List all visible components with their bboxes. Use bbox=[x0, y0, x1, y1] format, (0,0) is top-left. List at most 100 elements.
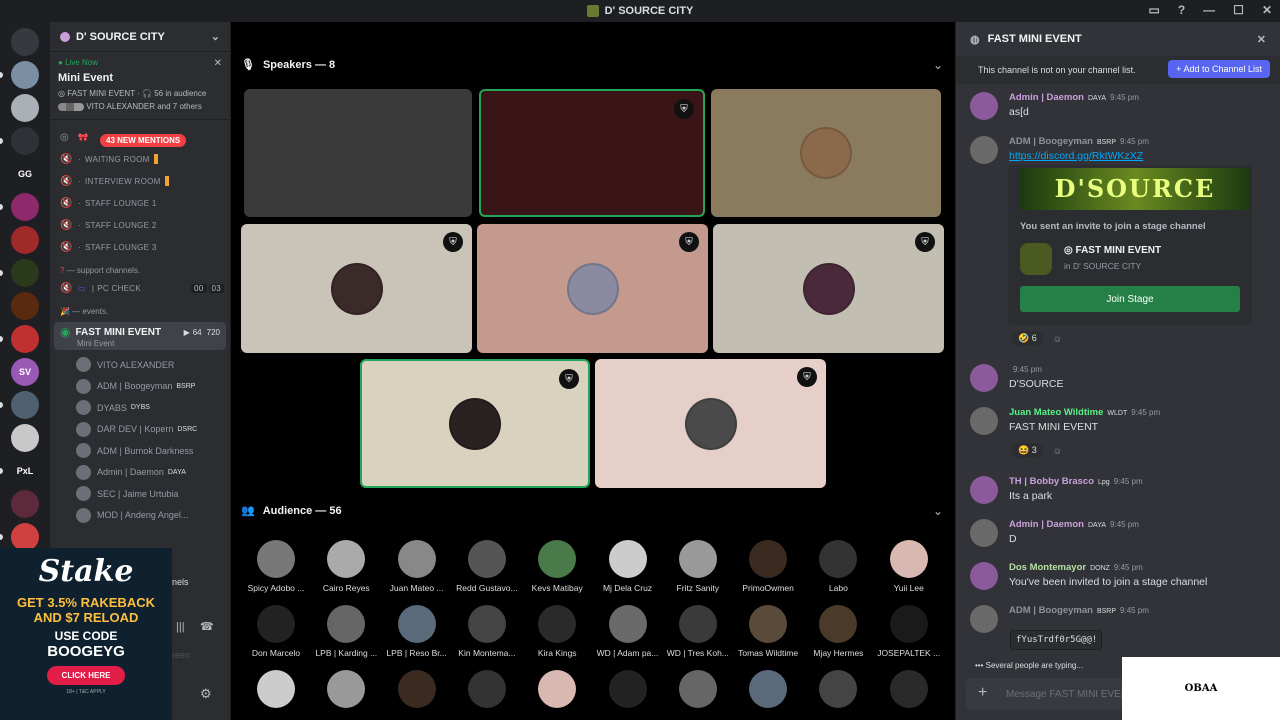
server-icon-1[interactable] bbox=[11, 61, 39, 89]
help-icon[interactable]: ? bbox=[1178, 3, 1185, 17]
audience-header[interactable]: 👥 Audience — 56 bbox=[241, 504, 342, 518]
audience-member[interactable]: Mj Dela Cruz bbox=[593, 540, 663, 593]
avatar[interactable] bbox=[970, 476, 998, 504]
server-icon-10[interactable]: SV bbox=[11, 358, 39, 386]
server-icon-8[interactable] bbox=[11, 292, 39, 320]
audience-member[interactable]: Kevs Matibay bbox=[522, 540, 592, 593]
reaction-grin[interactable]: 😆 3 bbox=[1012, 443, 1043, 458]
audience-member[interactable] bbox=[241, 670, 311, 713]
audience-member[interactable]: Cairo Reyes bbox=[311, 540, 381, 593]
close-icon[interactable]: ✕ bbox=[1257, 33, 1266, 46]
speaker-tile[interactable] bbox=[711, 89, 941, 217]
stage-member[interactable]: ADM | Burnok Darkness bbox=[50, 440, 230, 462]
voice-channel-pc-check[interactable]: 🔇 ▭ | PC CHECK 00 03 bbox=[50, 277, 230, 299]
server-icon-4[interactable]: GG bbox=[11, 160, 39, 188]
audience-member[interactable]: JOSEPALTEK ... bbox=[874, 605, 944, 658]
audience-member[interactable]: PrimoOwmen bbox=[733, 540, 803, 593]
stage-member[interactable]: DYABS DYBS bbox=[50, 397, 230, 419]
author-name[interactable]: Admin | Daemon bbox=[1009, 519, 1084, 530]
stage-member[interactable]: DAR DEV | Kopern DSRC bbox=[50, 419, 230, 441]
voice-channel-staff-lounge-1[interactable]: 🔇 · STAFF LOUNGE 1 bbox=[50, 192, 230, 214]
close-icon[interactable]: ✕ bbox=[214, 58, 222, 69]
audience-member[interactable]: Tomas Wildtime bbox=[733, 605, 803, 658]
audience-member[interactable]: WD | Adam pa... bbox=[593, 605, 663, 658]
audience-member[interactable]: Yuii Lee bbox=[874, 540, 944, 593]
audience-member[interactable]: Redd Gustavo... bbox=[452, 540, 522, 593]
server-icon-3[interactable] bbox=[11, 127, 39, 155]
stage-member[interactable]: VITO ALEXANDER bbox=[50, 354, 230, 376]
mic-icon[interactable]: ||| bbox=[176, 621, 185, 633]
voice-channel-staff-lounge-2[interactable]: 🔇 · STAFF LOUNGE 2 bbox=[50, 214, 230, 236]
speaker-tile[interactable]: ⛨ bbox=[595, 359, 826, 488]
audience-member[interactable] bbox=[522, 670, 592, 713]
audience-member[interactable]: Spicy Adobo ... bbox=[241, 540, 311, 593]
speaker-tile[interactable]: ⛨ bbox=[479, 89, 705, 217]
audience-member[interactable] bbox=[452, 670, 522, 713]
stage-member[interactable]: Admin | Daemon DAYA bbox=[50, 462, 230, 484]
category-support[interactable]: ? — support channels. bbox=[50, 258, 230, 277]
minimize-button[interactable]: — bbox=[1203, 3, 1215, 17]
disconnect-icon[interactable]: ☎ bbox=[200, 620, 214, 633]
join-stage-button[interactable]: Join Stage bbox=[1020, 286, 1240, 312]
audience-member[interactable]: Kira Kings bbox=[522, 605, 592, 658]
author-name[interactable]: Admin | Daemon bbox=[1009, 92, 1084, 103]
server-icon-5[interactable] bbox=[11, 193, 39, 221]
avatar[interactable] bbox=[970, 562, 998, 590]
stage-member[interactable]: SEC | Jaime Urtubia bbox=[50, 483, 230, 505]
server-header[interactable]: D' SOURCE CITY ⌄ bbox=[50, 22, 230, 52]
stage-channel-fast-mini-event[interactable]: ◉ FAST MINI EVENT ▶ 64 720 Mini Event bbox=[54, 322, 226, 350]
message-text[interactable]: https://discord.gg/RktWKzXZ bbox=[1009, 150, 1143, 162]
author-name[interactable]: ADM | Boogeyman bbox=[1009, 136, 1093, 147]
audience-member[interactable] bbox=[311, 670, 381, 713]
speaker-tile[interactable] bbox=[244, 89, 472, 217]
add-reaction-icon[interactable]: ☺ bbox=[1053, 446, 1062, 456]
stage-member[interactable]: ADM | Boogeyman BSRP bbox=[50, 376, 230, 398]
avatar[interactable] bbox=[970, 519, 998, 547]
audience-member[interactable] bbox=[663, 670, 733, 713]
avatar[interactable] bbox=[970, 407, 998, 435]
stake-ad-overlay[interactable]: Stake GET 3.5% RAKEBACK AND $7 RELOAD US… bbox=[0, 548, 172, 720]
audience-member[interactable]: LPB | Reso Br... bbox=[382, 605, 452, 658]
author-name[interactable]: Juan Mateo Wildtime bbox=[1009, 407, 1103, 418]
collapse-audience-chevron-icon[interactable]: ⌄ bbox=[933, 504, 943, 518]
collapse-speakers-chevron-icon[interactable]: ⌄ bbox=[933, 58, 943, 72]
audience-member[interactable]: Don Marcelo bbox=[241, 605, 311, 658]
author-name[interactable]: Dos Montemayor bbox=[1009, 562, 1086, 573]
server-icon-7[interactable] bbox=[11, 259, 39, 287]
audience-member[interactable]: Mjay Hermes bbox=[803, 605, 873, 658]
voice-channel-staff-lounge-3[interactable]: 🔇 · STAFF LOUNGE 3 bbox=[50, 236, 230, 258]
author-name[interactable]: ADM | Boogeyman bbox=[1009, 605, 1093, 616]
speaker-tile[interactable]: ⛨ bbox=[713, 224, 944, 353]
live-event-card[interactable]: ● Live Now ✕ Mini Event ◎ FAST MINI EVEN… bbox=[50, 52, 230, 120]
server-icon-9[interactable] bbox=[11, 325, 39, 353]
reaction-laugh[interactable]: 🤣 6 bbox=[1012, 331, 1043, 346]
avatar[interactable] bbox=[970, 136, 998, 164]
avatar[interactable] bbox=[970, 92, 998, 120]
audience-member[interactable]: Fritz Sanity bbox=[663, 540, 733, 593]
speaker-tile[interactable]: ⛨ bbox=[241, 224, 472, 353]
audience-member[interactable]: Labo bbox=[803, 540, 873, 593]
avatar[interactable] bbox=[970, 364, 998, 392]
stage-member[interactable]: MOD | Andeng Angel... bbox=[50, 505, 230, 527]
server-icon-15[interactable] bbox=[11, 523, 39, 551]
author-name[interactable]: TH | Bobby Brasco bbox=[1009, 476, 1094, 487]
category-events[interactable]: 🎉 — events. bbox=[50, 299, 230, 318]
close-window-button[interactable]: ✕ bbox=[1262, 3, 1272, 17]
server-icon-0[interactable] bbox=[11, 28, 39, 56]
server-icon-11[interactable] bbox=[11, 391, 39, 419]
audience-member[interactable]: WD | Tres Koh... bbox=[663, 605, 733, 658]
server-icon-12[interactable] bbox=[11, 424, 39, 452]
settings-gear-icon[interactable]: ⚙ bbox=[200, 686, 212, 702]
audience-member[interactable] bbox=[803, 670, 873, 713]
audience-member[interactable] bbox=[382, 670, 452, 713]
speakers-header[interactable]: 🎙 Speakers — 8 bbox=[241, 58, 335, 72]
speaker-tile[interactable]: ⛨ bbox=[360, 359, 590, 488]
server-icon-2[interactable] bbox=[11, 94, 39, 122]
audience-member[interactable] bbox=[733, 670, 803, 713]
audience-member[interactable] bbox=[593, 670, 663, 713]
add-to-channel-list-button[interactable]: + Add to Channel List bbox=[1168, 60, 1270, 78]
speaker-tile[interactable]: ⛨ bbox=[477, 224, 708, 353]
voice-channel-waiting-room[interactable]: 🔇 · WAITING ROOM bbox=[50, 148, 230, 170]
ad-cta-button[interactable]: CLICK HERE bbox=[47, 666, 125, 685]
new-mentions-badge[interactable]: 43 NEW MENTIONS bbox=[100, 134, 187, 147]
